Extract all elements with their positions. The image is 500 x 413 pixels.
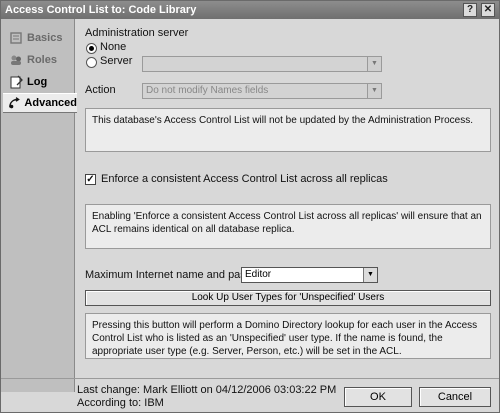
- action-select[interactable]: Do not modify Names fields ▼: [142, 83, 382, 99]
- enforce-label: Enforce a consistent Access Control List…: [101, 173, 388, 185]
- sidebar-item-advanced[interactable]: Advanced: [3, 93, 77, 113]
- log-icon: [10, 75, 23, 89]
- action-select-value: Do not modify Names fields: [146, 85, 269, 96]
- close-button[interactable]: ✕: [481, 3, 495, 17]
- radio-server-label: Server: [100, 55, 133, 67]
- sidebar-item-label: Basics: [27, 32, 63, 44]
- footer-divider: [1, 378, 499, 379]
- server-select[interactable]: ▼: [142, 56, 382, 72]
- max-internet-select[interactable]: Editor ▼: [241, 267, 378, 283]
- advanced-icon: [9, 97, 20, 109]
- lookup-user-types-button[interactable]: Look Up User Types for 'Unspecified' Use…: [85, 290, 491, 306]
- max-internet-value: Editor: [245, 269, 272, 280]
- sidebar-item-label: Advanced: [24, 97, 77, 109]
- sidebar-item-roles[interactable]: Roles: [4, 50, 74, 70]
- radio-none-label: None: [100, 41, 127, 53]
- sidebar-item-label: Log: [27, 76, 48, 88]
- ok-button[interactable]: OK: [344, 387, 412, 407]
- info-box-admin: This database's Access Control List will…: [85, 108, 491, 152]
- admin-server-heading: Administration server: [85, 27, 189, 39]
- roles-icon: [11, 55, 21, 65]
- according-to-text: According to: IBM: [77, 397, 164, 409]
- help-button[interactable]: ?: [463, 3, 477, 17]
- chevron-down-icon: ▼: [367, 57, 381, 71]
- basics-icon: [10, 32, 22, 44]
- last-change-text: Last change: Mark Elliott on 04/12/2006 …: [77, 384, 337, 396]
- radio-server[interactable]: [86, 57, 97, 68]
- action-label: Action: [85, 84, 116, 96]
- sidebar-item-basics[interactable]: Basics: [4, 28, 74, 48]
- sidebar-item-log[interactable]: Log: [4, 72, 74, 92]
- title-bar: Access Control List to: Code Library: [1, 1, 499, 19]
- chevron-down-icon: ▼: [363, 268, 377, 282]
- sidebar-item-label: Roles: [27, 54, 57, 66]
- info-box-enforce: Enabling 'Enforce a consistent Access Co…: [85, 204, 491, 249]
- radio-none[interactable]: [86, 43, 97, 54]
- window-title: Access Control List to: Code Library: [5, 4, 197, 16]
- chevron-down-icon: ▼: [367, 84, 381, 98]
- sidebar: Basics Roles Log Advanced: [1, 19, 77, 392]
- acl-dialog: Access Control List to: Code Library ? ✕…: [0, 0, 500, 413]
- info-box-lookup: Pressing this button will perform a Domi…: [85, 313, 491, 359]
- cancel-button[interactable]: Cancel: [419, 387, 491, 407]
- enforce-checkbox[interactable]: ✓: [85, 174, 96, 185]
